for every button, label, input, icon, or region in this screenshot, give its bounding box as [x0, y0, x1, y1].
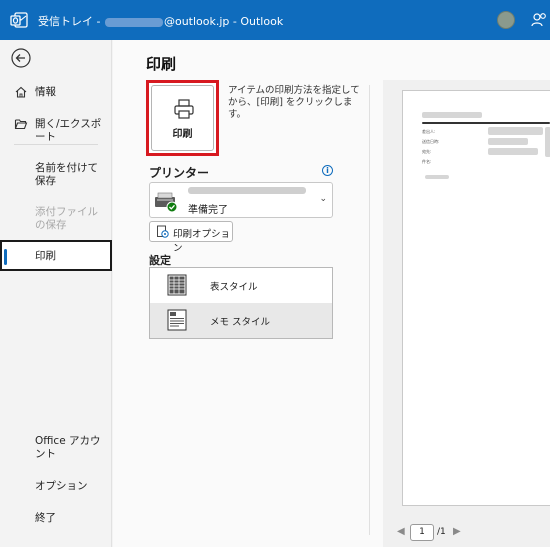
back-arrow-icon[interactable]	[10, 47, 32, 69]
sidebar-item-label: 名前を付けて保存	[35, 162, 98, 187]
prev-page-icon[interactable]: ◀	[397, 526, 405, 537]
title-bar: 受信トレイ - @outlook.jp - Outlook	[0, 0, 550, 40]
print-options-label: 印刷オプション	[173, 229, 231, 254]
print-options-button[interactable]: 印刷オプション	[149, 221, 233, 254]
sidebar-item-label: オプション	[35, 480, 88, 492]
preview-redacted-value	[488, 148, 538, 155]
backstage-sidebar: 情報 開く/エクスポート 名前を付けて保存 添付ファイルの保存 印刷 Offic…	[0, 40, 112, 547]
sidebar-item-label: 印刷	[35, 250, 56, 262]
page-number-input[interactable]: 1	[410, 524, 434, 541]
sidebar-item-label: 開く/エクスポート	[35, 118, 102, 143]
sidebar-item-options[interactable]: オプション	[0, 479, 112, 493]
info-icon[interactable]: i	[322, 165, 333, 176]
print-options-icon	[157, 225, 169, 238]
selected-indicator	[4, 249, 7, 265]
folder-open-icon	[14, 119, 28, 130]
preview-page: 差出人: 送信日時: 宛先: 件名:	[402, 90, 550, 506]
print-pane: 印刷 印刷 アイテムの印刷方法を指定してから、[印刷] をクリックします。 プリ…	[113, 40, 550, 547]
preview-redacted-body	[425, 175, 449, 179]
title-suffix: @outlook.jp - Outlook	[163, 15, 284, 28]
preview-redacted-value	[488, 138, 528, 145]
sidebar-item-save-as[interactable]: 名前を付けて保存	[0, 162, 112, 188]
settings-heading: 設定	[149, 254, 171, 267]
sidebar-item-save-attachments: 添付ファイルの保存	[0, 206, 112, 232]
printer-icon	[174, 99, 194, 119]
style-label: 表スタイル	[210, 282, 258, 293]
printer-dropdown[interactable]: 準備完了 ⌄	[149, 182, 333, 218]
preview-redacted-value	[488, 127, 543, 135]
print-button-frame: 印刷	[151, 85, 214, 151]
preview-field-label: 宛先:	[422, 149, 432, 154]
page-title: 印刷	[146, 55, 177, 73]
memo-style-icon	[167, 309, 187, 331]
sidebar-item-info[interactable]: 情報	[0, 85, 112, 99]
redacted-account	[104, 17, 163, 27]
sidebar-item-exit[interactable]: 終了	[0, 511, 112, 525]
print-button[interactable]: 印刷	[146, 80, 219, 156]
sidebar-item-office-account[interactable]: Office アカウント	[0, 435, 112, 461]
title-prefix: 受信トレイ -	[38, 15, 104, 28]
preview-field-label: 送信日時:	[422, 139, 440, 144]
pane-divider	[369, 85, 370, 535]
outlook-icon	[10, 12, 28, 28]
style-item-table[interactable]: 表スタイル	[150, 268, 332, 303]
sidebar-item-label: 添付ファイルの保存	[35, 206, 98, 231]
preview-redacted-value	[545, 127, 550, 157]
home-icon	[15, 86, 27, 98]
printer-name-redacted	[188, 187, 306, 194]
style-label: メモ スタイル	[210, 317, 271, 328]
preview-redacted-title	[422, 112, 482, 118]
printer-heading: プリンター	[149, 166, 210, 180]
preview-field-label: 差出人:	[422, 129, 436, 134]
print-style-list: 表スタイル メモ スタイル	[149, 267, 333, 339]
window-title: 受信トレイ - @outlook.jp - Outlook	[38, 13, 283, 29]
print-button-label: 印刷	[172, 129, 193, 140]
sidebar-divider	[14, 144, 98, 145]
print-description: アイテムの印刷方法を指定してから、[印刷] をクリックします。	[228, 85, 360, 120]
printer-device-icon	[155, 192, 178, 213]
sidebar-item-print[interactable]: 印刷	[0, 240, 112, 271]
sidebar-item-label: Office アカウント	[35, 435, 101, 460]
preview-rule	[422, 122, 550, 124]
style-item-memo[interactable]: メモ スタイル	[150, 303, 332, 338]
preview-field-label: 件名:	[422, 159, 432, 164]
people-icon[interactable]	[530, 11, 548, 29]
table-style-icon	[167, 274, 187, 296]
page-total: /1	[437, 527, 446, 537]
next-page-icon[interactable]: ▶	[453, 526, 461, 537]
sidebar-item-open-export[interactable]: 開く/エクスポート	[0, 117, 112, 143]
sidebar-item-label: 情報	[35, 86, 56, 98]
printer-status: 準備完了	[188, 205, 228, 216]
sidebar-item-label: 終了	[35, 512, 56, 524]
print-preview: 差出人: 送信日時: 宛先: 件名: ◀ 1 /1 ▶	[383, 80, 550, 547]
chevron-down-icon: ⌄	[319, 194, 327, 204]
avatar[interactable]	[497, 11, 515, 29]
